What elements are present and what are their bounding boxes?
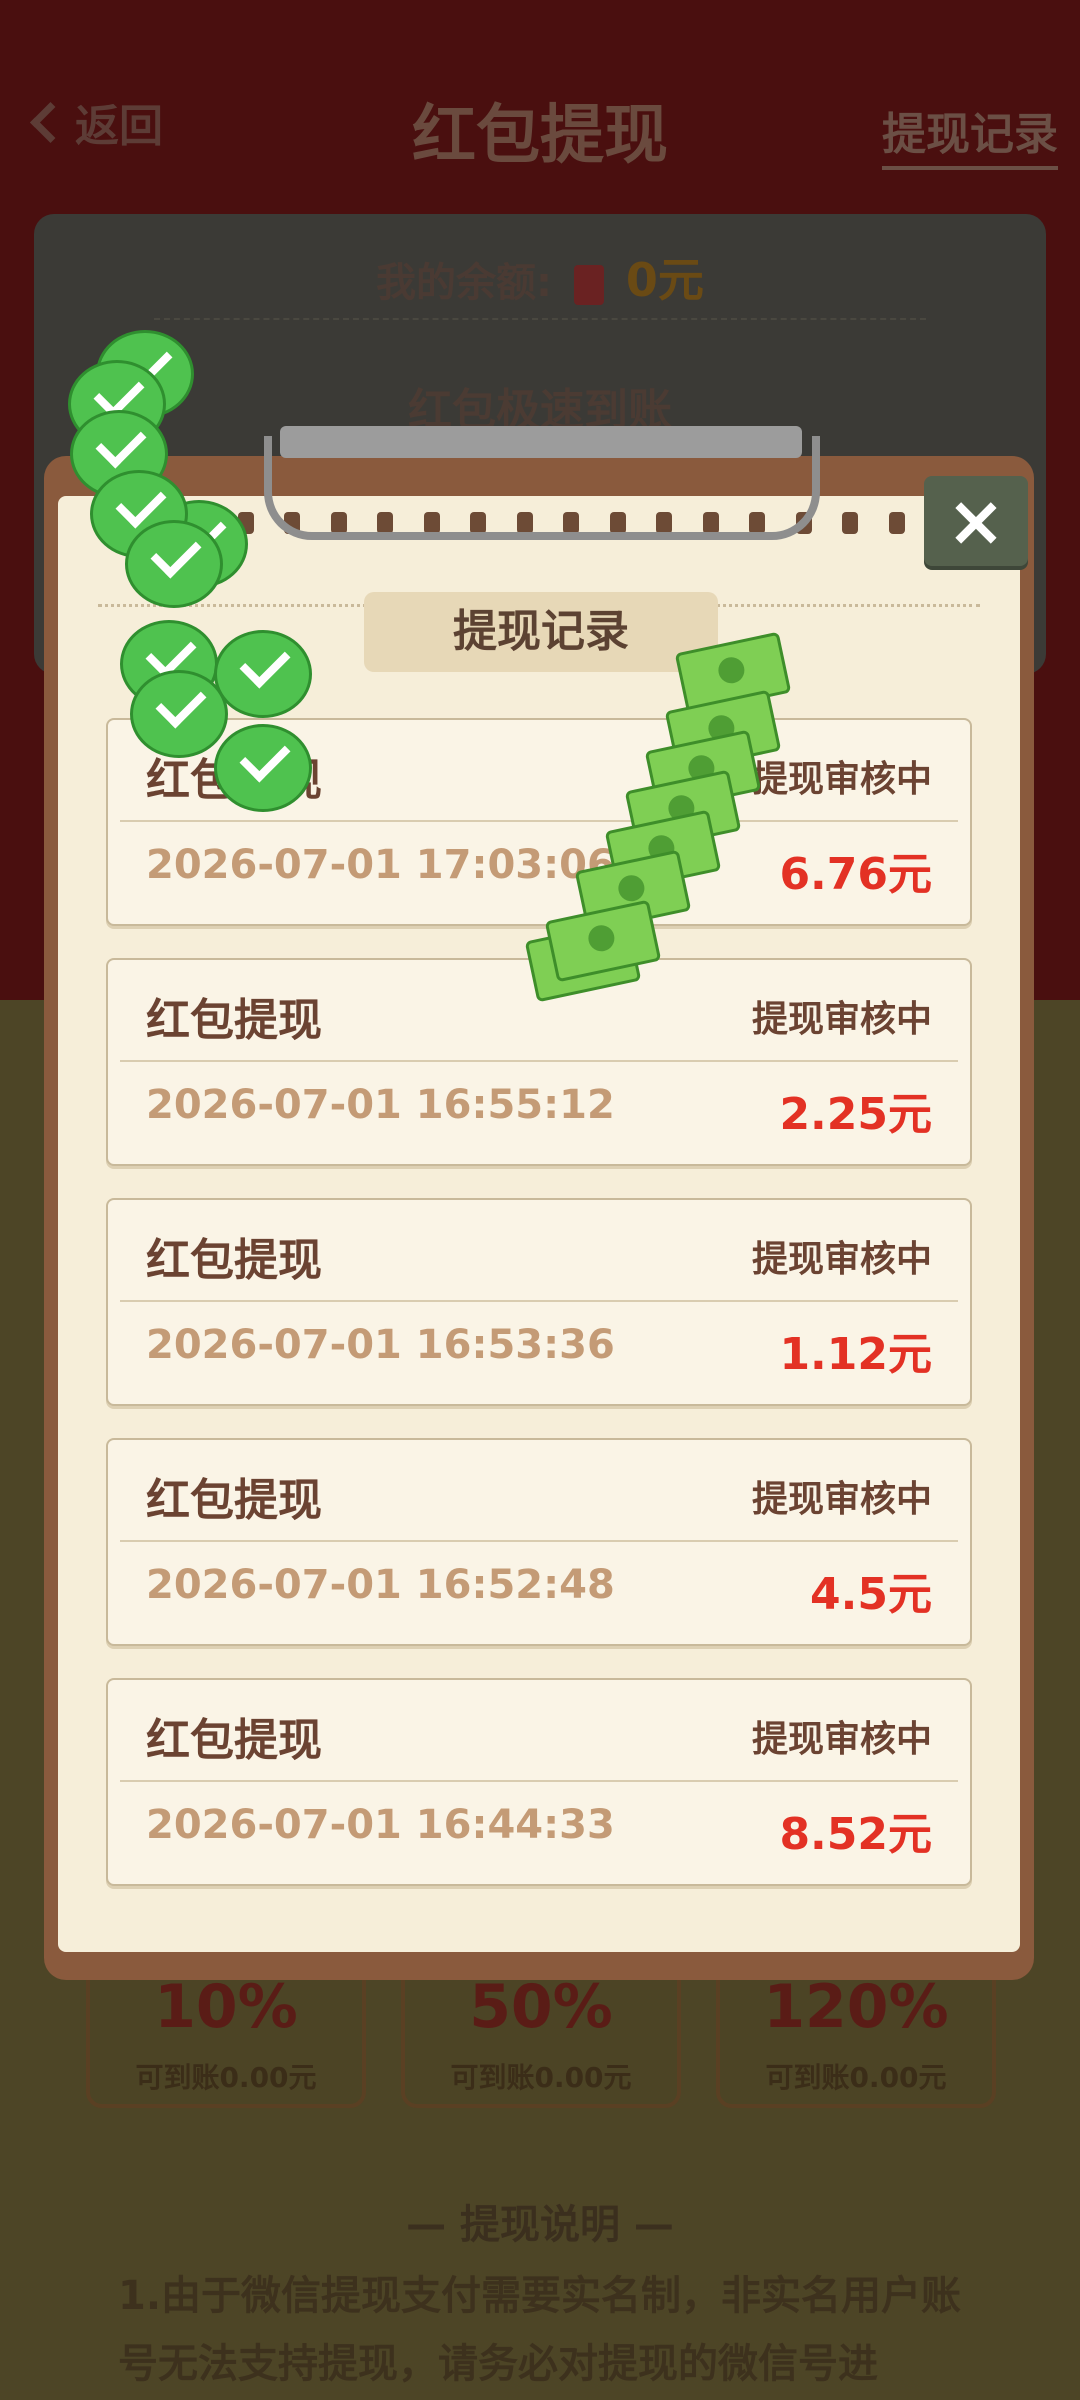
record-amount: 4.5元 bbox=[810, 1569, 932, 1620]
close-button[interactable]: × bbox=[924, 476, 1028, 566]
red-packet-icon bbox=[573, 265, 604, 305]
wechat-coin-icon bbox=[214, 630, 312, 718]
explanation-title: — 提现说明 — bbox=[406, 2202, 674, 2248]
record-amount: 6.76元 bbox=[779, 849, 932, 900]
record-time: 2026-07-01 16:52:48 bbox=[146, 1562, 615, 1608]
record-time: 2026-07-01 16:55:12 bbox=[146, 1082, 615, 1128]
record-name: 红包提现 bbox=[146, 1235, 322, 1286]
withdraw-records-link[interactable]: 提现记录 bbox=[882, 98, 1058, 170]
tier-percent: 50% bbox=[469, 1972, 613, 2042]
binder-hole bbox=[888, 512, 905, 534]
close-icon: × bbox=[946, 480, 1006, 562]
wechat-coin-icon bbox=[214, 724, 312, 812]
record-status: 提现审核中 bbox=[751, 999, 932, 1040]
record-divider bbox=[120, 1780, 958, 1782]
explanation-text: 1.由于微信提现支付需要实名制，非实名用户账号无法支持提现，请务必对提现的微信号… bbox=[118, 2273, 962, 2387]
record-time: 2026-07-01 16:53:36 bbox=[146, 1322, 615, 1368]
tier-sub: 可到账0.00元 bbox=[450, 2061, 632, 2094]
record-divider bbox=[120, 1060, 958, 1062]
tier-percent: 10% bbox=[154, 1972, 298, 2042]
binder-hole bbox=[842, 512, 859, 534]
record-status: 提现审核中 bbox=[751, 1719, 932, 1760]
tier-sub: 可到账0.00元 bbox=[135, 2061, 317, 2094]
balance-line: 我的余额: 0元 bbox=[34, 244, 1046, 310]
record-divider bbox=[120, 1540, 958, 1542]
wechat-coin-icon bbox=[130, 670, 228, 758]
record-amount: 8.52元 bbox=[779, 1809, 932, 1860]
withdraw-tiers: 10% 可到账0.00元 50% 可到账0.00元 120% 可到账0.00元 bbox=[86, 1960, 996, 2108]
record-item: 红包提现 提现审核中 2026-07-01 16:52:48 4.5元 bbox=[106, 1438, 972, 1646]
tier-percent: 120% bbox=[763, 1972, 949, 2042]
record-divider bbox=[120, 820, 958, 822]
record-amount: 2.25元 bbox=[779, 1089, 932, 1140]
tier-sub: 可到账0.00元 bbox=[765, 2061, 947, 2094]
record-amount: 1.12元 bbox=[779, 1329, 932, 1380]
tier-option[interactable]: 120% 可到账0.00元 bbox=[716, 1960, 996, 2108]
record-item: 红包提现 提现审核中 2026-07-01 16:44:33 8.52元 bbox=[106, 1678, 972, 1886]
record-status: 提现审核中 bbox=[751, 759, 932, 800]
tier-option[interactable]: 50% 可到账0.00元 bbox=[401, 1960, 681, 2108]
record-time: 2026-07-01 16:44:33 bbox=[146, 1802, 615, 1848]
balance-label: 我的余额: bbox=[376, 260, 553, 306]
record-item: 红包提现 提现审核中 2026-07-01 16:53:36 1.12元 bbox=[106, 1198, 972, 1406]
record-time: 2026-07-01 17:03:06 bbox=[146, 842, 615, 888]
tier-option[interactable]: 10% 可到账0.00元 bbox=[86, 1960, 366, 2108]
record-divider bbox=[120, 1300, 958, 1302]
record-status: 提现审核中 bbox=[751, 1479, 932, 1520]
record-name: 红包提现 bbox=[146, 995, 322, 1046]
record-name: 红包提现 bbox=[146, 1715, 322, 1766]
header: 返回 红包提现 提现记录 bbox=[0, 60, 1080, 190]
record-name: 红包提现 bbox=[146, 1475, 322, 1526]
wechat-coin-icon bbox=[125, 520, 223, 608]
binder-clip bbox=[264, 436, 820, 540]
modal-title: 提现记录 bbox=[364, 592, 718, 672]
records-list: 红包提现 提现审核中 2026-07-01 17:03:06 6.76元 红包提… bbox=[106, 718, 972, 1918]
divider bbox=[154, 318, 926, 320]
balance-amount: 0元 bbox=[625, 253, 704, 307]
record-status: 提现审核中 bbox=[751, 1239, 932, 1280]
